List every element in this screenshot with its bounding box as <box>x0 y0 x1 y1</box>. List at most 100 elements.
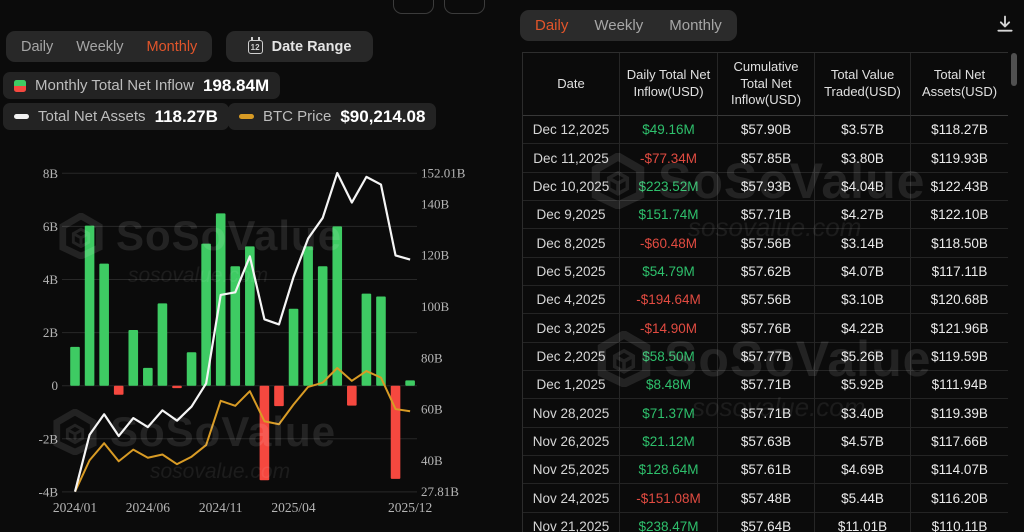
table-cell: $3.80B <box>815 144 911 172</box>
inflow-bar <box>187 352 197 385</box>
watermark-logo: SoSoValue <box>52 408 336 456</box>
legend-total-net-assets[interactable]: Total Net Assets 118.27B <box>3 103 229 130</box>
table-cell: $5.92B <box>815 371 911 399</box>
table-cell: $11.01B <box>815 513 911 532</box>
table-row: Dec 10,2025$223.52M$57.93B$4.04B$122.43B <box>523 173 1008 201</box>
tab-daily[interactable]: Daily <box>535 17 568 34</box>
legend-monthly-total-net-inflow[interactable]: Monthly Total Net Inflow 198.84M <box>3 72 280 99</box>
inflow-bar <box>303 246 313 385</box>
sosovalue-hex-icon <box>58 213 104 259</box>
inflow-bar-icon <box>14 80 26 92</box>
table-row: Dec 1,2025$8.48M$57.71B$5.92B$111.94B <box>523 371 1008 399</box>
table-cell: $117.11B <box>911 258 1008 286</box>
table-cell: $223.52M <box>620 173 718 201</box>
inflow-bar <box>172 386 182 388</box>
table-cell: $151.74M <box>620 201 718 229</box>
table-cell: $54.79M <box>620 258 718 286</box>
table-cell: $3.14B <box>815 229 911 257</box>
table-cell: $117.66B <box>911 428 1008 456</box>
table-cell: $114.07B <box>911 456 1008 484</box>
legend-btc-price[interactable]: BTC Price $90,214.08 <box>228 103 436 130</box>
x-axis-tick: 2025/04 <box>271 500 316 515</box>
right-axis-tick: 120B <box>421 248 450 263</box>
table-cell: Dec 1,2025 <box>523 371 620 399</box>
table-row: Dec 8,2025-$60.48M$57.56B$3.14B$118.50B <box>523 229 1008 257</box>
left-axis-tick: 4B <box>43 272 59 287</box>
table-header-cell: Cumulative Total Net Inflow(USD) <box>718 53 815 116</box>
inflow-bar <box>362 294 372 386</box>
table-cell: -$77.34M <box>620 144 718 172</box>
table-header-cell: Date <box>523 53 620 116</box>
left-axis-tick: -4B <box>39 484 59 499</box>
table-cell: $8.48M <box>620 371 718 399</box>
tab-monthly[interactable]: Monthly <box>147 39 198 55</box>
inflow-bar <box>347 386 357 406</box>
date-range-label: Date Range <box>272 39 352 55</box>
table-header-cell: Total Value Traded(USD) <box>815 53 911 116</box>
inflow-bar <box>245 246 255 385</box>
table-cell: Nov 24,2025 <box>523 484 620 512</box>
table-cell: $3.57B <box>815 116 911 144</box>
inflow-bar <box>216 213 226 385</box>
table-cell: $57.85B <box>718 144 815 172</box>
table-cell: $3.40B <box>815 399 911 427</box>
tab-daily[interactable]: Daily <box>21 39 53 55</box>
table-cell: Nov 25,2025 <box>523 456 620 484</box>
x-axis-tick: 2024/06 <box>126 500 171 515</box>
table-cell: Dec 9,2025 <box>523 201 620 229</box>
table-row: Nov 25,2025$128.64M$57.61B$4.69B$114.07B <box>523 456 1008 484</box>
inflow-bar <box>85 226 95 386</box>
download-icon[interactable] <box>995 14 1015 34</box>
x-axis-tick: 2024/01 <box>53 500 97 515</box>
table-cell: $238.47M <box>620 513 718 532</box>
table-cell: $71.37M <box>620 399 718 427</box>
toolbar-button-partial[interactable] <box>393 0 434 14</box>
inflow-bar <box>318 266 328 385</box>
tab-weekly[interactable]: Weekly <box>76 39 123 55</box>
table-cell: $122.10B <box>911 201 1008 229</box>
tab-weekly[interactable]: Weekly <box>594 17 643 34</box>
table-cell: Dec 11,2025 <box>523 144 620 172</box>
table-cell: Nov 26,2025 <box>523 428 620 456</box>
x-axis-tick: 2025/12 <box>388 500 432 515</box>
table-body: Dec 12,2025$49.16M$57.90B$3.57B$118.27BD… <box>523 116 1008 532</box>
table-cell: $119.59B <box>911 343 1008 371</box>
tab-monthly[interactable]: Monthly <box>669 17 722 34</box>
table-cell: $118.50B <box>911 229 1008 257</box>
net-assets-line <box>75 173 410 492</box>
table-cell: $116.20B <box>911 484 1008 512</box>
table-row: Nov 24,2025-$151.08M$57.48B$5.44B$116.20… <box>523 484 1008 512</box>
table-row: Dec 9,2025$151.74M$57.71B$4.27B$122.10B <box>523 201 1008 229</box>
table-cell: -$14.90M <box>620 314 718 342</box>
date-range-button[interactable]: 12 Date Range <box>226 31 373 62</box>
legend-value: 198.84M <box>203 76 269 96</box>
toolbar-button-partial[interactable] <box>444 0 485 14</box>
inflow-bar <box>128 330 138 386</box>
legend-value: 118.27B <box>155 107 218 127</box>
table-row: Nov 26,2025$21.12M$57.63B$4.57B$117.66B <box>523 428 1008 456</box>
table-row: Nov 28,2025$71.37M$57.71B$3.40B$119.39B <box>523 399 1008 427</box>
table-scrollbar-thumb[interactable] <box>1011 53 1017 86</box>
table-cell: $57.56B <box>718 229 815 257</box>
inflow-bar <box>332 226 342 385</box>
table-row: Nov 21,2025$238.47M$57.64B$11.01B$110.11… <box>523 513 1008 532</box>
table-cell: $49.16M <box>620 116 718 144</box>
calendar-icon: 12 <box>248 40 263 54</box>
table-cell: -$60.48M <box>620 229 718 257</box>
table-row: Dec 11,2025-$77.34M$57.85B$3.80B$119.93B <box>523 144 1008 172</box>
table-cell: $57.90B <box>718 116 815 144</box>
table-cell: $119.93B <box>911 144 1008 172</box>
table-header-row: DateDaily Total Net Inflow(USD)Cumulativ… <box>523 53 1008 116</box>
table-cell: $57.93B <box>718 173 815 201</box>
table-cell: Dec 10,2025 <box>523 173 620 201</box>
table-cell: $3.10B <box>815 286 911 314</box>
left-axis-tick: 0 <box>52 378 59 393</box>
table-cell: $4.69B <box>815 456 911 484</box>
table-cell: Dec 12,2025 <box>523 116 620 144</box>
table-cell: -$194.64M <box>620 286 718 314</box>
inflow-bar <box>289 309 299 386</box>
sosovalue-hex-icon <box>52 409 98 455</box>
table-cell: Nov 21,2025 <box>523 513 620 532</box>
legend-label: Monthly Total Net Inflow <box>35 77 194 94</box>
table-cell: $57.71B <box>718 371 815 399</box>
